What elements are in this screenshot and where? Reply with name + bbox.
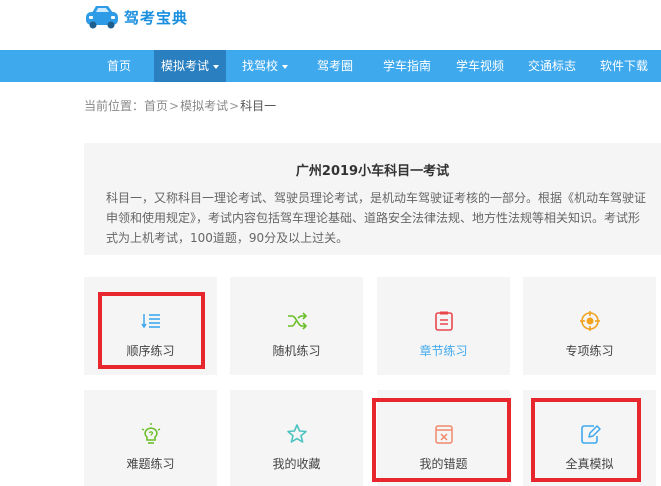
breadcrumb-separator: >	[169, 99, 180, 113]
card-special-practice[interactable]: 专项练习	[523, 277, 656, 375]
caret-down-icon	[213, 64, 219, 69]
car-logo-icon	[86, 6, 118, 29]
shuffle-icon	[287, 312, 307, 330]
main-nav: 首页 模拟考试 找驾校 驾考圈 学车指南 学车视频 交通标志 软件下载	[0, 50, 661, 82]
nav-find-school[interactable]: 找驾校	[234, 50, 296, 82]
site-header: 驾考宝典	[0, 0, 661, 50]
lightbulb-icon	[141, 423, 160, 444]
card-label: 章节练习	[419, 344, 468, 358]
breadcrumb: 当前位置：首页>模拟考试>科目一	[84, 97, 276, 114]
highlight-box	[372, 398, 511, 482]
card-label: 我的收藏	[272, 457, 321, 471]
card-label: 难题练习	[126, 457, 175, 471]
breadcrumb-home-link[interactable]: 首页	[144, 99, 168, 113]
target-icon	[579, 311, 600, 331]
breadcrumb-separator: >	[229, 99, 240, 113]
nav-label: 模拟考试	[160, 59, 209, 73]
breadcrumb-mock-exam-link[interactable]: 模拟考试	[180, 99, 228, 113]
nav-download[interactable]: 软件下载	[593, 50, 655, 82]
nav-videos[interactable]: 学车视频	[449, 50, 511, 82]
exam-intro-panel: 广州2019小车科目一考试 科目一，又称科目一理论考试、驾驶员理论考试，是机动车…	[84, 143, 661, 255]
card-chapter-practice[interactable]: 章节练习	[377, 277, 510, 375]
breadcrumb-prefix: 当前位置：	[84, 99, 145, 113]
card-label: 随机练习	[272, 344, 321, 358]
highlight-box	[531, 398, 641, 482]
nav-label: 找驾校	[241, 59, 278, 73]
nav-label: 驾考圈	[316, 59, 353, 73]
logo-text: 驾考宝典	[124, 8, 189, 27]
card-random-practice[interactable]: 随机练习	[230, 277, 363, 375]
star-icon	[286, 424, 307, 443]
chapter-icon	[434, 311, 453, 331]
nav-label: 学车指南	[382, 59, 431, 73]
nav-label: 首页	[106, 59, 131, 73]
nav-label: 学车视频	[455, 59, 504, 73]
nav-home[interactable]: 首页	[96, 50, 142, 82]
site-logo[interactable]: 驾考宝典	[84, 4, 188, 30]
exam-title: 广州2019小车科目一考试	[295, 164, 450, 179]
nav-label: 软件下载	[599, 59, 648, 73]
nav-community[interactable]: 驾考圈	[308, 50, 362, 82]
card-label: 专项练习	[565, 344, 614, 358]
breadcrumb-current: 科目一	[240, 99, 277, 113]
caret-down-icon	[282, 64, 288, 69]
highlight-box	[98, 292, 205, 369]
nav-traffic-signs[interactable]: 交通标志	[521, 50, 583, 82]
exam-description: 科目一，又称科目一理论考试、驾驶员理论考试，是机动车驾驶证考核的一部分。根据《机…	[106, 191, 647, 245]
nav-label: 交通标志	[527, 59, 576, 73]
nav-mock-exam[interactable]: 模拟考试	[154, 50, 226, 82]
card-hard-questions[interactable]: 难题练习	[84, 390, 217, 486]
nav-guide[interactable]: 学车指南	[376, 50, 438, 82]
card-my-favorites[interactable]: 我的收藏	[230, 390, 363, 486]
